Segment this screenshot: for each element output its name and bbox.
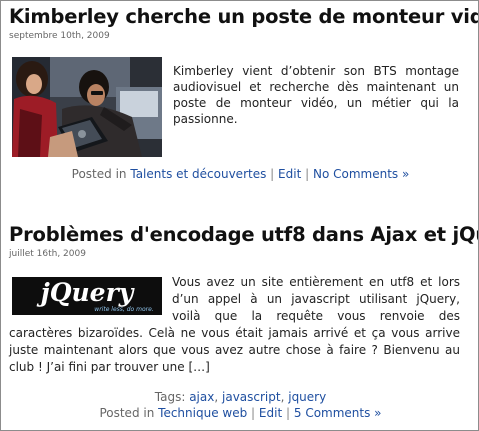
- post-date: juillet 16th, 2009: [9, 249, 86, 259]
- category-link[interactable]: Technique web: [158, 406, 247, 420]
- meta-separator: |: [270, 167, 275, 181]
- tag-link-jquery[interactable]: jquery: [288, 390, 326, 404]
- comments-link[interactable]: 5 Comments »: [294, 406, 382, 420]
- post-meta: Posted in Talents et découvertes | Edit …: [9, 166, 472, 182]
- category-link[interactable]: Talents et découvertes: [130, 167, 266, 181]
- photo-two-people-with-laptop-icon: [12, 57, 162, 157]
- edit-link[interactable]: Edit: [278, 167, 301, 181]
- post-excerpt: Kimberley vient d’obtenir son BTS montag…: [173, 64, 459, 126]
- tags-label: Tags:: [154, 390, 186, 404]
- meta-separator: |: [251, 406, 256, 420]
- posted-in-label: Posted in: [99, 406, 155, 420]
- edit-link[interactable]: Edit: [259, 406, 282, 420]
- jquery-logo-tagline: write less, do more.: [94, 306, 153, 313]
- post-body: jQuery write less, do more. Vous avez un…: [9, 274, 460, 376]
- comments-link[interactable]: No Comments »: [313, 167, 409, 181]
- post-body: Kimberley vient d’obtenir son BTS montag…: [9, 57, 472, 157]
- post-thumbnail-photo[interactable]: [12, 57, 162, 157]
- posted-in-label: Posted in: [71, 167, 127, 181]
- post-kimberley: Kimberley cherche un poste de monteur vi…: [9, 5, 478, 182]
- blog-post-list: Kimberley cherche un poste de monteur vi…: [0, 0, 479, 431]
- post-title-link[interactable]: Kimberley cherche un poste de monteur vi…: [9, 5, 478, 29]
- jquery-logo-text: jQuery: [36, 278, 135, 307]
- post-title-link[interactable]: Problèmes d'encodage utf8 dans Ajax et j…: [9, 223, 478, 247]
- jquery-logo-icon[interactable]: jQuery write less, do more.: [12, 277, 162, 315]
- meta-separator: |: [305, 167, 310, 181]
- tag-link-ajax[interactable]: ajax: [189, 390, 214, 404]
- tag-link-javascript[interactable]: javascript: [222, 390, 281, 404]
- post-tags: Tags: ajax, javascript, jquery: [154, 390, 327, 404]
- meta-separator: |: [286, 406, 291, 420]
- post-meta: Posted in Technique web | Edit | 5 Comme…: [9, 405, 472, 421]
- post-date: septembre 10th, 2009: [9, 31, 110, 41]
- post-utf8-jquery: Problèmes d'encodage utf8 dans Ajax et j…: [9, 223, 478, 421]
